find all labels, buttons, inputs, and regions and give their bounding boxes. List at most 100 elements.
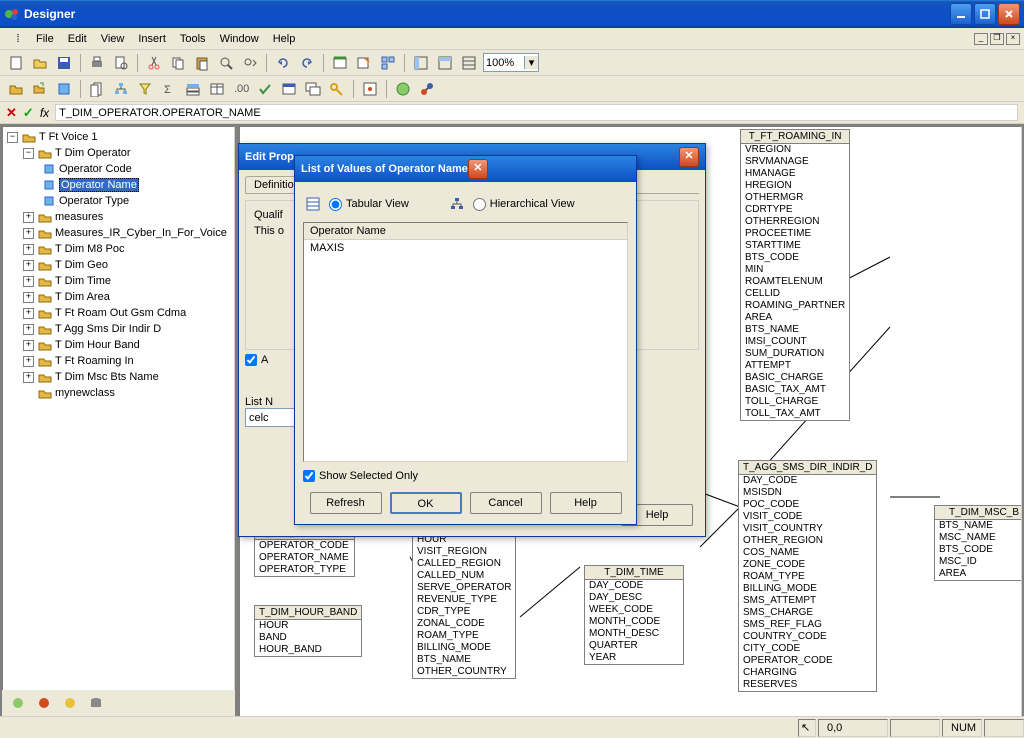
panel3-icon[interactable] [459, 53, 479, 73]
detail-icon[interactable] [87, 79, 107, 99]
tree-toolbar [2, 690, 235, 716]
tree-item[interactable]: mynewclass [5, 385, 232, 401]
mdi-close[interactable]: × [1006, 33, 1020, 45]
tree-item[interactable]: +T Dim Hour Band [5, 337, 232, 353]
tree-pane[interactable]: −T Ft Voice 1 −T Dim Operator Operator C… [2, 126, 235, 728]
properties-icon[interactable] [360, 79, 380, 99]
dimension-icon[interactable] [54, 79, 74, 99]
lov-list[interactable]: Operator Name MAXIS [303, 222, 628, 462]
leaf-icon[interactable] [8, 693, 28, 713]
close-button[interactable] [998, 3, 1020, 25]
copy-icon[interactable] [168, 53, 188, 73]
tree-item[interactable]: +T Dim Time [5, 273, 232, 289]
tree-root[interactable]: −T Ft Voice 1 [5, 129, 232, 145]
hierarchical-view-radio[interactable] [473, 198, 486, 211]
zoom-input[interactable] [484, 57, 524, 69]
cancel-button[interactable]: Cancel [470, 492, 542, 514]
help-button[interactable]: Help [550, 492, 622, 514]
db-table[interactable]: T_DIM_TIMEDAY_CODEDAY_DESCWEEK_CODEMONTH… [584, 565, 684, 665]
tree-open-class[interactable]: −T Dim Operator [5, 145, 232, 161]
assoc-checkbox[interactable] [245, 354, 257, 366]
subclass-icon[interactable] [30, 79, 50, 99]
tabular-view-radio[interactable] [329, 198, 342, 211]
universe-icon[interactable] [393, 79, 413, 99]
minimize-button[interactable] [950, 3, 972, 25]
red-marker-icon[interactable] [34, 693, 54, 713]
print-icon[interactable] [87, 53, 107, 73]
precision-icon[interactable]: .00 [231, 79, 251, 99]
tree-item[interactable]: +T Dim Msc Bts Name [5, 369, 232, 385]
check-icon[interactable] [255, 79, 275, 99]
condition-icon[interactable] [135, 79, 155, 99]
views-icon[interactable] [378, 53, 398, 73]
key-icon[interactable] [327, 79, 347, 99]
menu-view[interactable]: View [95, 31, 131, 47]
tree-item[interactable]: Operator Type [5, 193, 232, 209]
table-icon[interactable] [207, 79, 227, 99]
window2-icon[interactable] [303, 79, 323, 99]
edit-prop-close-button[interactable]: ✕ [679, 147, 699, 167]
menu-tools[interactable]: Tools [174, 31, 212, 47]
tree-item[interactable]: +Measures_IR_Cyber_In_For_Voice [5, 225, 232, 241]
toolbar-main: ▾ [0, 50, 1024, 76]
save-icon[interactable] [54, 53, 74, 73]
formula-cancel-icon[interactable]: ✕ [6, 105, 17, 121]
tree-item[interactable]: +T Agg Sms Dir Indir D [5, 321, 232, 337]
lov-icon[interactable] [183, 79, 203, 99]
zoom-combo[interactable]: ▾ [483, 53, 539, 72]
preview-icon[interactable] [111, 53, 131, 73]
refresh-button[interactable]: Refresh [310, 492, 382, 514]
fx-icon[interactable]: fx [40, 106, 49, 120]
show-selected-checkbox[interactable] [303, 470, 315, 482]
blank-status [890, 719, 940, 737]
lov-column-header[interactable]: Operator Name [304, 223, 627, 240]
database-icon[interactable] [86, 693, 106, 713]
formula-input[interactable] [55, 104, 1018, 121]
tree-item[interactable]: +T Ft Roaming In [5, 353, 232, 369]
db-table[interactable]: T_FT_ROAMING_INVREGIONSRVMANAGEHMANAGEHR… [740, 129, 850, 421]
db-table[interactable]: T_DIM_MSC_BBTS_NAMEMSC_NAMEBTS_CODEMSC_I… [934, 505, 1022, 581]
lov-close-button[interactable]: ✕ [468, 159, 488, 179]
menu-window[interactable]: Window [214, 31, 265, 47]
open-icon[interactable] [30, 53, 50, 73]
tree-item-selected[interactable]: Operator Name [5, 177, 232, 193]
menu-insert[interactable]: Insert [132, 31, 172, 47]
zoom-dropdown-icon[interactable]: ▾ [524, 56, 538, 69]
find-icon[interactable] [216, 53, 236, 73]
tree-item[interactable]: +T Dim Area [5, 289, 232, 305]
mdi-restore[interactable]: ❐ [990, 33, 1004, 45]
new-icon[interactable] [6, 53, 26, 73]
class-icon[interactable] [6, 79, 26, 99]
menu-file[interactable]: File [30, 31, 60, 47]
redo-icon[interactable] [297, 53, 317, 73]
db-table[interactable]: DAY_CODEHOURVISIT_REGIONCALLED_REGIONCAL… [412, 521, 516, 679]
connection-icon[interactable] [417, 79, 437, 99]
tree-item[interactable]: +T Ft Roam Out Gsm Cdma [5, 305, 232, 321]
tree-item[interactable]: Operator Code [5, 161, 232, 177]
maximize-button[interactable] [974, 3, 996, 25]
menu-edit[interactable]: Edit [62, 31, 93, 47]
panel2-icon[interactable] [435, 53, 455, 73]
find-next-icon[interactable] [240, 53, 260, 73]
ok-button[interactable]: OK [390, 492, 462, 514]
cut-icon[interactable] [144, 53, 164, 73]
db-table[interactable]: T_AGG_SMS_DIR_INDIR_DDAY_CODEMSISDNPOC_C… [738, 460, 877, 692]
window-icon[interactable] [279, 79, 299, 99]
formula-accept-icon[interactable]: ✓ [23, 105, 34, 121]
db-table[interactable]: T_DIM_HOUR_BANDHOURBANDHOUR_BAND [254, 605, 362, 657]
yellow-marker-icon[interactable] [60, 693, 80, 713]
panel1-icon[interactable] [411, 53, 431, 73]
run-icon[interactable] [330, 53, 350, 73]
hierarchy-icon[interactable] [111, 79, 131, 99]
tree-item[interactable]: +T Dim Geo [5, 257, 232, 273]
undo-icon[interactable] [273, 53, 293, 73]
tree-item[interactable]: +measures [5, 209, 232, 225]
menu-help[interactable]: Help [267, 31, 302, 47]
tree-item[interactable]: +T Dim M8 Poc [5, 241, 232, 257]
mdi-minimize[interactable]: _ [974, 33, 988, 45]
export-icon[interactable] [354, 53, 374, 73]
edit-prop-title: Edit Prop [245, 151, 294, 163]
paste-icon[interactable] [192, 53, 212, 73]
lov-row[interactable]: MAXIS [304, 240, 627, 256]
aggregate-icon[interactable]: Σ [159, 79, 179, 99]
